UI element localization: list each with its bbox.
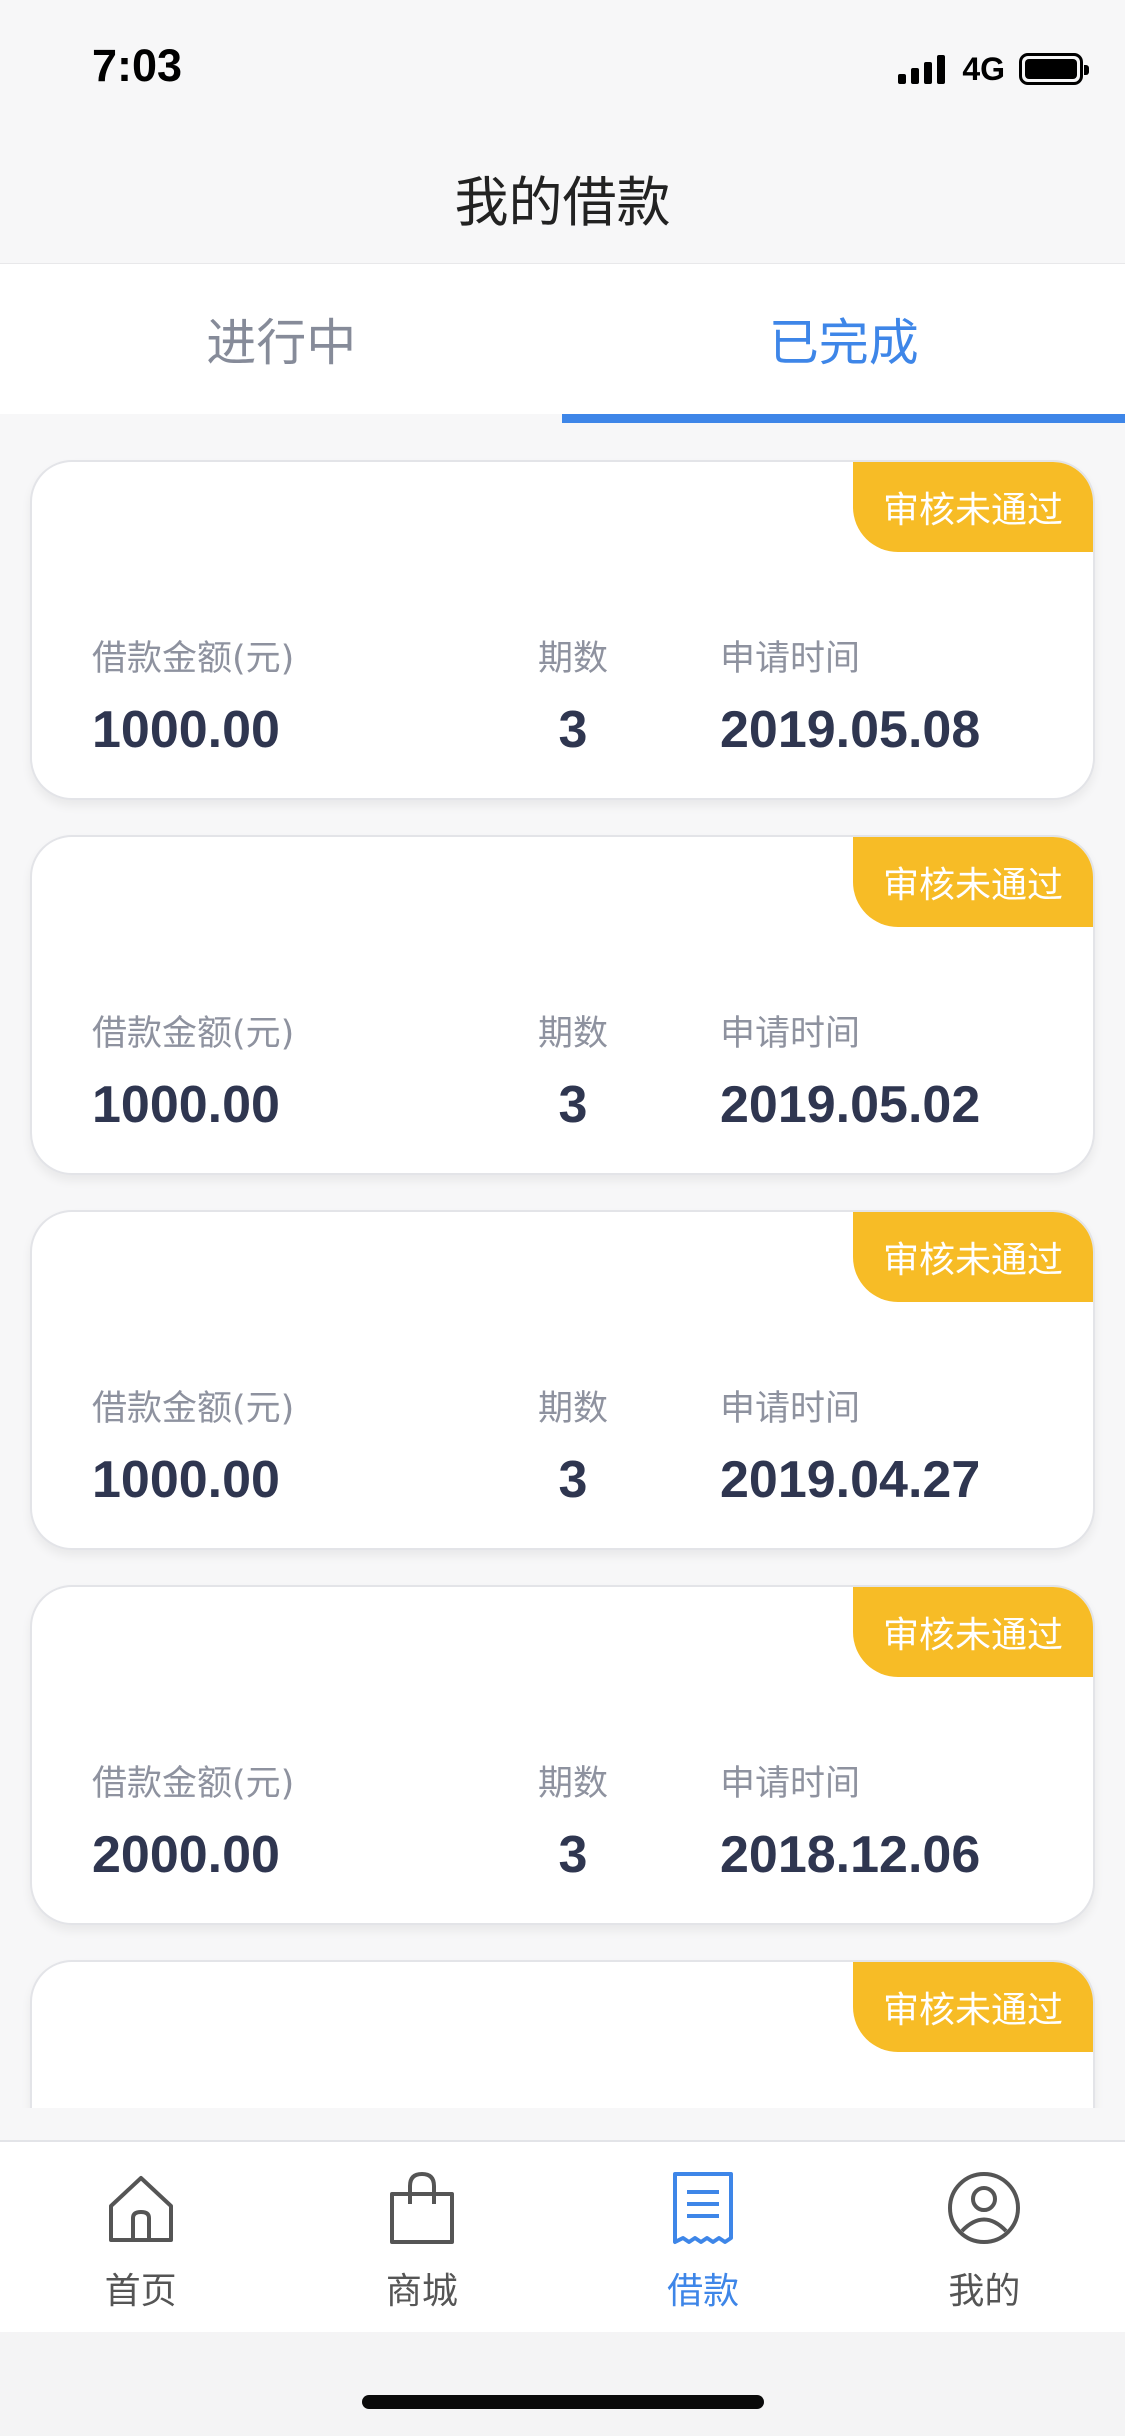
battery-icon — [1019, 53, 1089, 85]
date-label: 申请时间 — [720, 1764, 861, 1804]
loan-card[interactable]: 审核未通过 借款金额(元) 期数 申请时间 1000.00 3 2019.05.… — [30, 460, 1095, 800]
date-label: 申请时间 — [720, 1014, 861, 1054]
loan-list[interactable]: 审核未通过 借款金额(元) 期数 申请时间 1000.00 3 2019.05.… — [0, 423, 1125, 2108]
status-badge: 审核未通过 — [853, 1587, 1093, 1677]
status-time: 7:03 — [92, 40, 183, 91]
amount-value: 1000.00 — [92, 701, 280, 759]
signal-icon — [898, 54, 950, 84]
nav-bar: 我的借款 — [0, 132, 1125, 264]
bottom-tab-label: 首页 — [104, 2271, 177, 2312]
bottom-tab-loan[interactable]: 借款 — [563, 2142, 844, 2332]
bottom-tab-mine[interactable]: 我的 — [844, 2142, 1125, 2332]
page-title: 我的借款 — [454, 171, 671, 234]
shopping-bag-icon — [389, 2171, 454, 2244]
bottom-tab-bar: 首页 商城 借款 我的 — [0, 2140, 1125, 2332]
status-bar: 7:03 4G — [0, 0, 1125, 132]
periods-label: 期数 — [537, 1764, 608, 1804]
date-value: 2019.04.27 — [720, 1451, 981, 1509]
loan-card[interactable]: 审核未通过 — [30, 1960, 1095, 2108]
periods-value: 3 — [558, 1076, 588, 1134]
amount-value: 1000.00 — [92, 1451, 280, 1509]
bottom-tab-label: 借款 — [667, 2271, 740, 2312]
loan-card[interactable]: 审核未通过 借款金额(元) 期数 申请时间 2000.00 3 2018.12.… — [30, 1585, 1095, 1925]
date-label: 申请时间 — [720, 639, 861, 679]
amount-value: 1000.00 — [92, 1076, 280, 1134]
status-badge: 审核未通过 — [853, 1212, 1093, 1302]
date-value: 2019.05.08 — [720, 701, 981, 759]
status-tabs: 进行中 已完成 — [0, 264, 1125, 414]
periods-label: 期数 — [537, 639, 608, 679]
status-badge: 审核未通过 — [853, 462, 1093, 552]
status-badge: 审核未通过 — [853, 1962, 1093, 2052]
amount-label: 借款金额(元) — [92, 1389, 295, 1429]
user-icon — [948, 2172, 1021, 2244]
bottom-tab-label: 商城 — [385, 2271, 458, 2312]
amount-value: 2000.00 — [92, 1826, 280, 1884]
periods-value: 3 — [558, 1451, 588, 1509]
amount-label: 借款金额(元) — [92, 639, 295, 679]
date-value: 2018.12.06 — [720, 1826, 981, 1884]
tab-completed[interactable]: 已完成 — [563, 264, 1125, 414]
status-badge: 审核未通过 — [853, 837, 1093, 927]
receipt-icon — [673, 2172, 734, 2244]
status-indicators: 4G — [898, 50, 1089, 88]
amount-label: 借款金额(元) — [92, 1764, 295, 1804]
network-type: 4G — [962, 50, 1005, 87]
home-indicator[interactable] — [362, 2395, 764, 2409]
home-icon — [108, 2176, 173, 2242]
date-label: 申请时间 — [720, 1389, 861, 1429]
date-value: 2019.05.02 — [720, 1076, 981, 1134]
tab-in-progress[interactable]: 进行中 — [0, 264, 563, 414]
bottom-tab-home[interactable]: 首页 — [0, 2142, 281, 2332]
periods-value: 3 — [558, 701, 588, 759]
loan-card[interactable]: 审核未通过 借款金额(元) 期数 申请时间 1000.00 3 2019.05.… — [30, 835, 1095, 1175]
periods-label: 期数 — [537, 1389, 608, 1429]
amount-label: 借款金额(元) — [92, 1014, 295, 1054]
periods-label: 期数 — [537, 1014, 608, 1054]
bottom-tab-label: 我的 — [948, 2271, 1021, 2312]
loan-card[interactable]: 审核未通过 借款金额(元) 期数 申请时间 1000.00 3 2019.04.… — [30, 1210, 1095, 1550]
active-tab-indicator — [562, 414, 1125, 423]
home-indicator-area — [0, 2332, 1125, 2436]
bottom-tab-mall[interactable]: 商城 — [281, 2142, 562, 2332]
periods-value: 3 — [558, 1826, 588, 1884]
